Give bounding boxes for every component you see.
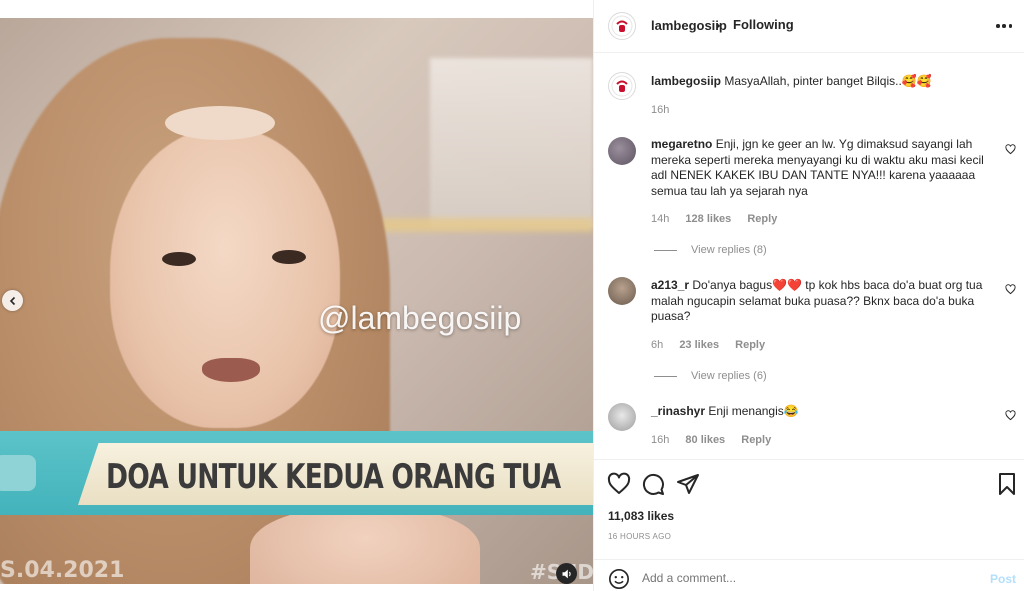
comment-username[interactable]: megaretno <box>651 137 712 151</box>
likes-count[interactable]: 11,083 likes <box>608 509 674 523</box>
view-replies-label: View replies (6) <box>691 370 767 382</box>
lambegosiip-logo-icon <box>611 15 633 37</box>
reply-button[interactable]: Reply <box>735 339 765 351</box>
lambegosiip-logo-icon <box>611 75 633 97</box>
comment-username[interactable]: _rinashyr <box>651 404 705 418</box>
background-lamp <box>360 218 593 232</box>
post-time-ago: 16 HOURS AGO <box>608 532 672 541</box>
view-replies-label: View replies (8) <box>691 244 767 256</box>
comment-meta: 14h 128 likes Reply <box>651 213 790 225</box>
caption-banner: DOA UNTUK KEDUA ORANG TUA <box>0 431 593 515</box>
post-header: lambegosiip • Following <box>594 0 1024 53</box>
following-button[interactable]: Following <box>733 17 794 32</box>
more-options-icon[interactable] <box>996 18 1012 34</box>
caption-body: MasyaAllah, pinter banget Bilqis.. <box>724 74 902 88</box>
audio-toggle-button[interactable] <box>556 563 577 584</box>
comment-likes[interactable]: 128 likes <box>685 213 731 225</box>
watermark-text: @lambegosiip <box>318 300 522 336</box>
post-media[interactable]: @lambegosiip DOA UNTUK KEDUA ORANG TUA S… <box>0 18 593 584</box>
view-replies-button[interactable]: View replies (8) <box>654 244 767 256</box>
comment-time: 6h <box>651 339 664 351</box>
comment-meta: 16h 80 likes Reply <box>651 434 784 446</box>
share-paper-plane-icon[interactable] <box>676 472 700 496</box>
previous-slide-button[interactable] <box>2 290 23 311</box>
comment-body-start: Do'anya bagus <box>692 278 773 292</box>
inner-cap <box>165 106 275 140</box>
caption-meta: 16h <box>651 104 682 116</box>
comment-body: Enji menangis <box>708 404 784 418</box>
commenter-avatar-_rinashyr[interactable] <box>608 403 636 431</box>
like-comment-heart-icon[interactable] <box>1005 284 1016 295</box>
chevron-left-icon <box>9 296 15 305</box>
comment-bubble-icon[interactable] <box>641 472 665 496</box>
view-replies-button[interactable]: View replies (6) <box>654 370 767 382</box>
reply-button[interactable]: Reply <box>741 434 771 446</box>
save-bookmark-icon[interactable] <box>995 472 1019 496</box>
post-panel: lambegosiip • Following lambegosiip Masy… <box>593 0 1024 591</box>
comment-text: a213_r Do'anya bagus❤️❤️ tp kok hbs baca… <box>651 278 991 325</box>
child-face <box>110 128 340 428</box>
banner-text: DOA UNTUK KEDUA ORANG TUA <box>106 457 561 497</box>
caption-time: 16h <box>651 104 670 116</box>
caption-avatar[interactable] <box>608 72 636 100</box>
mouth <box>202 358 260 382</box>
commenter-avatar-a213_r[interactable] <box>608 277 636 305</box>
praying-hands <box>250 508 480 584</box>
commenter-avatar-megaretno[interactable] <box>608 137 636 165</box>
caption-text: lambegosiip MasyaAllah, pinter banget Bi… <box>651 74 991 90</box>
right-eye <box>272 250 306 264</box>
comment-likes[interactable]: 80 likes <box>685 434 725 446</box>
comment-time: 16h <box>651 434 670 446</box>
left-eye <box>162 252 196 266</box>
comment-text: _rinashyr Enji menangis😂 <box>651 404 991 420</box>
comment-text: megaretno Enji, jgn ke geer an lw. Yg di… <box>651 137 991 199</box>
replies-divider-line <box>654 375 677 377</box>
post-actions: 11,083 likes 16 HOURS AGO Post <box>594 459 1024 589</box>
like-comment-heart-icon[interactable] <box>1005 144 1016 155</box>
header-separator: • <box>716 19 721 33</box>
emoji-smiley-icon[interactable] <box>608 568 630 590</box>
comment-meta: 6h 23 likes Reply <box>651 339 778 351</box>
like-comment-heart-icon[interactable] <box>1005 410 1016 421</box>
add-comment-input[interactable] <box>642 571 972 585</box>
add-comment-bar: Post <box>594 559 1024 591</box>
replies-divider-line <box>654 249 677 251</box>
comment-time: 14h <box>651 213 670 225</box>
author-avatar[interactable] <box>608 12 636 40</box>
caption-username[interactable]: lambegosiip <box>651 74 721 88</box>
background-window <box>430 58 593 228</box>
date-stamp: S.04.2021 <box>0 558 125 583</box>
reply-button[interactable]: Reply <box>747 213 777 225</box>
banner-logo <box>0 455 36 491</box>
smiling-hearts-emoji: 🥰🥰 <box>901 74 932 88</box>
comment-likes[interactable]: 23 likes <box>679 339 719 351</box>
comment-username[interactable]: a213_r <box>651 278 689 292</box>
post-comment-button[interactable]: Post <box>990 572 1016 586</box>
comments-list[interactable]: lambegosiip MasyaAllah, pinter banget Bi… <box>594 54 1024 459</box>
speaker-icon <box>562 569 571 578</box>
red-hearts-emoji: ❤️❤️ <box>772 278 802 292</box>
laughing-emoji: 😂 <box>783 404 799 418</box>
like-heart-icon[interactable] <box>607 472 631 496</box>
